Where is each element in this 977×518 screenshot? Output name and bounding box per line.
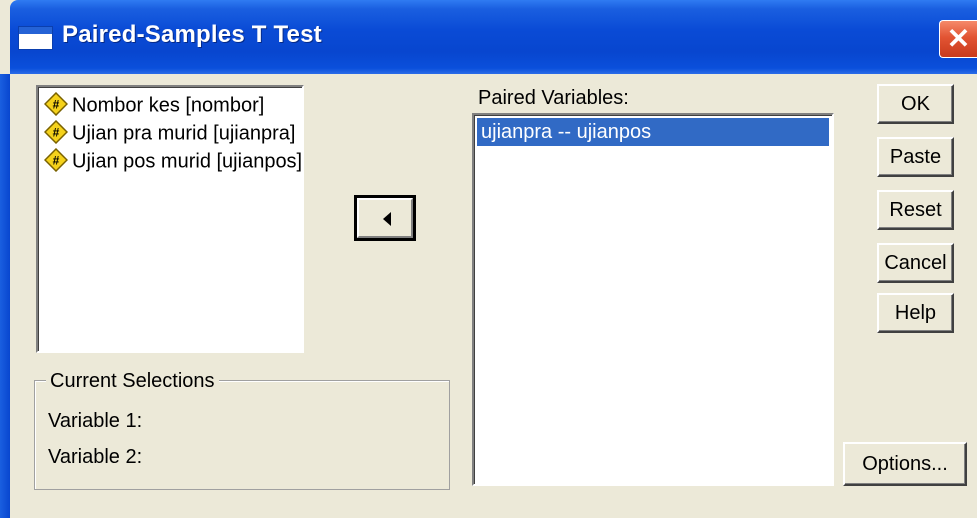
- options-button[interactable]: Options...: [843, 442, 967, 486]
- variable-label: Nombor kes [nombor]: [72, 94, 265, 117]
- numeric-variable-icon: #: [44, 91, 68, 116]
- paired-variables-list[interactable]: ujianpra -- ujianpos: [472, 113, 834, 486]
- ok-button[interactable]: OK: [877, 84, 954, 124]
- list-item[interactable]: # Ujian pos murid [ujianpos]: [44, 147, 303, 175]
- title-bar[interactable]: Paired-Samples T Test: [10, 0, 977, 74]
- source-variable-list[interactable]: # Nombor kes [nombor] # Ujian pra murid …: [36, 85, 304, 353]
- current-selections-title: Current Selections: [46, 369, 219, 393]
- numeric-variable-icon: #: [44, 119, 68, 144]
- current-selections-group: [34, 380, 450, 490]
- variable-label: Ujian pra murid [ujianpra]: [72, 122, 296, 145]
- close-icon: ✕: [946, 23, 971, 54]
- window-title: Paired-Samples T Test: [62, 21, 322, 48]
- numeric-variable-icon: #: [44, 147, 68, 172]
- variable-label: Ujian pos murid [ujianpos]: [72, 150, 303, 173]
- cancel-button[interactable]: Cancel: [877, 243, 954, 283]
- reset-button[interactable]: Reset: [877, 190, 954, 230]
- svg-text:#: #: [53, 97, 60, 111]
- list-item[interactable]: # Ujian pra murid [ujianpra]: [44, 119, 302, 147]
- window-icon: [18, 26, 53, 50]
- list-item[interactable]: ujianpra -- ujianpos: [477, 118, 829, 146]
- variable-2-label: Variable 2:: [48, 446, 143, 468]
- paired-variables-label: Paired Variables:: [478, 87, 629, 109]
- paste-button[interactable]: Paste: [877, 137, 954, 177]
- help-button[interactable]: Help: [877, 293, 954, 333]
- variable-1-label: Variable 1:: [48, 410, 143, 432]
- close-button[interactable]: ✕: [939, 20, 977, 58]
- move-variable-button[interactable]: [354, 195, 416, 241]
- window-frame-left: [0, 74, 10, 518]
- svg-text:#: #: [53, 153, 60, 167]
- list-item[interactable]: # Nombor kes [nombor]: [44, 91, 302, 119]
- svg-text:#: #: [53, 125, 60, 139]
- left-arrow-icon: [383, 212, 391, 226]
